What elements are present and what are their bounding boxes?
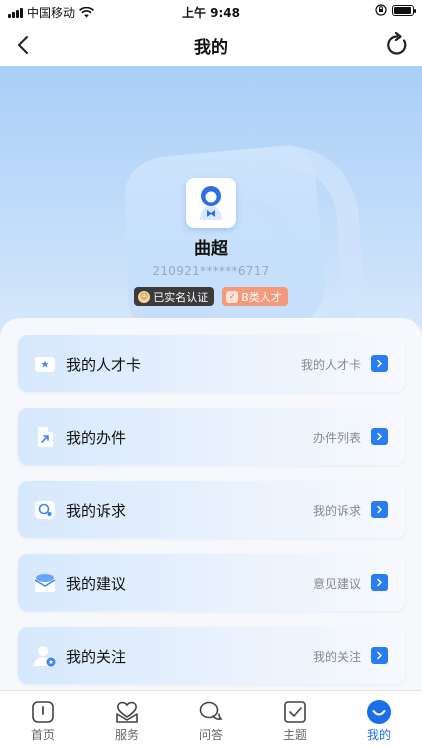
status-time: 上午 9:48 <box>181 6 241 20</box>
nav-bar: 我的 <box>0 24 422 66</box>
talent-badge-label: B类人才 <box>241 290 282 304</box>
topic-icon <box>284 701 306 723</box>
tab-service[interactable]: 服务 <box>85 691 169 750</box>
user-id-number: 210921******6717 <box>152 264 270 278</box>
verified-icon: ☺ <box>138 290 151 303</box>
tab-bar: 首页 服务 问答 主题 我的 <box>0 690 422 750</box>
chevron-right-icon <box>371 647 388 664</box>
chevron-right-icon <box>371 428 388 445</box>
mail-suggestion-icon <box>34 574 56 592</box>
qa-icon <box>199 701 223 720</box>
profile-header: 曲超 210921******6717 ☺ 已实名认证 ✓ B类人才 <box>0 66 422 356</box>
orientation-lock-icon <box>375 4 387 16</box>
user-favorite-icon <box>34 646 56 667</box>
menu-item-appeals[interactable]: 我的诉求 我的诉求 <box>18 481 405 538</box>
tab-label: 首页 <box>30 728 55 742</box>
verified-badge: ☺ 已实名认证 <box>134 287 215 306</box>
refresh-icon[interactable] <box>384 32 410 58</box>
status-bar: 中国移动 上午 9:48 <box>0 0 422 24</box>
document-icon <box>38 427 53 447</box>
tab-qa[interactable]: 问答 <box>169 691 253 750</box>
menu-item-label: 我的建议 <box>66 575 127 593</box>
service-icon <box>116 701 138 723</box>
battery-icon <box>392 4 416 16</box>
talent-card-icon <box>35 357 55 372</box>
tab-home[interactable]: 首页 <box>1 691 85 750</box>
back-arrow-icon[interactable] <box>12 33 36 57</box>
menu-item-link-text: 我的关注 <box>312 650 361 664</box>
home-icon <box>32 701 54 723</box>
tab-label: 主题 <box>282 728 307 742</box>
talent-badge: ✓ B类人才 <box>222 287 288 306</box>
profile-icon <box>367 700 391 724</box>
chevron-right-icon <box>371 501 388 518</box>
menu-item-link-text: 我的诉求 <box>312 504 361 518</box>
menu-item-applications[interactable]: 我的办件 办件列表 <box>18 408 405 465</box>
verified-badge-label: 已实名认证 <box>153 290 209 304</box>
tab-label: 我的 <box>366 728 391 742</box>
menu-item-link-text: 我的人才卡 <box>300 358 361 372</box>
tab-label: 服务 <box>114 728 139 742</box>
chevron-right-icon <box>371 574 388 591</box>
menu-item-following[interactable]: 我的关注 我的关注 <box>18 627 405 684</box>
chat-bubble-icon <box>35 501 55 519</box>
menu-item-label: 我的人才卡 <box>66 356 142 374</box>
badge-row: ☺ 已实名认证 ✓ B类人才 <box>0 287 422 306</box>
page-title: 我的 <box>194 37 228 58</box>
avatar-icon <box>200 186 222 220</box>
menu-item-label: 我的关注 <box>66 648 127 666</box>
user-name: 曲超 <box>194 239 228 259</box>
tab-profile[interactable]: 我的 <box>337 691 421 750</box>
menu-item-suggestions[interactable]: 我的建议 意见建议 <box>18 554 405 611</box>
menu-item-talent-card[interactable]: 我的人才卡 我的人才卡 <box>18 335 405 392</box>
talent-icon: ✓ <box>226 290 239 303</box>
chevron-right-icon <box>371 355 388 372</box>
menu-item-link-text: 办件列表 <box>312 431 361 445</box>
menu-panel: 我的人才卡 我的人才卡 我的办件 办件列表 我的诉求 我的诉求 我的建议 意见建… <box>0 318 422 690</box>
menu-item-link-text: 意见建议 <box>312 577 361 591</box>
tab-label: 问答 <box>198 728 223 742</box>
tab-topic[interactable]: 主题 <box>253 691 337 750</box>
menu-item-label: 我的办件 <box>66 429 127 447</box>
menu-item-label: 我的诉求 <box>66 502 127 520</box>
avatar[interactable] <box>186 178 236 228</box>
status-right <box>375 4 416 16</box>
